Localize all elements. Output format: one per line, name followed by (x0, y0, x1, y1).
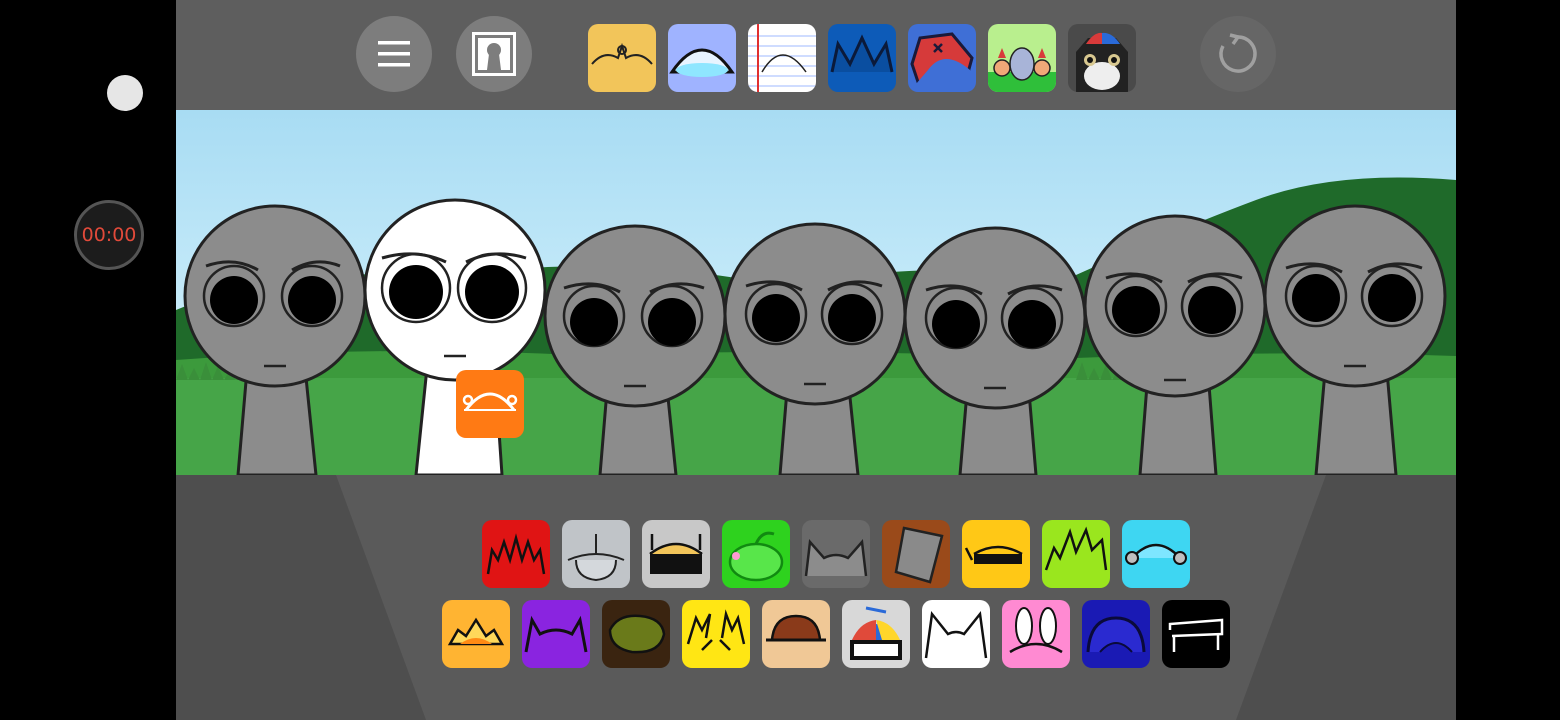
notebook-paper-icon (748, 24, 816, 92)
sound-bucket[interactable] (882, 520, 950, 588)
cat-propeller-cap-icon (1068, 24, 1136, 92)
floor-shading (176, 475, 1456, 720)
yellow-headphone-icon (962, 520, 1030, 588)
top-toolbar (176, 0, 1456, 110)
sound-gray-cat-ears[interactable] (802, 520, 870, 588)
sound-olive-hair[interactable] (602, 600, 670, 668)
game-area (176, 0, 1456, 720)
theme-tile-notebook[interactable] (748, 24, 816, 92)
theme-tile-blue-crown[interactable] (828, 24, 896, 92)
sound-green-fruit[interactable] (722, 520, 790, 588)
sound-white-cat-ears[interactable] (922, 600, 990, 668)
active-sound-badge[interactable] (456, 370, 524, 438)
sound-lime-spikes[interactable] (1042, 520, 1110, 588)
sound-yellow-sparks[interactable] (682, 600, 750, 668)
theme-tile-blue-red[interactable] (908, 24, 976, 92)
antenna-visor-icon (642, 520, 710, 588)
hamburger-menu-icon (378, 41, 410, 67)
reset-refresh-icon (1219, 33, 1257, 73)
timer-display: 00:00 (74, 200, 144, 270)
pink-bunny-ears-icon (1002, 600, 1070, 668)
bucket-icon (882, 520, 950, 588)
scene-button[interactable] (456, 16, 532, 92)
theme-tile-cat[interactable] (1068, 24, 1136, 92)
green-fruit-icon (722, 520, 790, 588)
menu-button[interactable] (356, 16, 432, 92)
sound-black-frame[interactable] (1162, 600, 1230, 668)
sound-orange-sun[interactable] (442, 600, 510, 668)
timer-text: 00:00 (81, 224, 137, 246)
sound-propeller-cap[interactable] (842, 600, 910, 668)
stage-floor (176, 475, 1456, 720)
left-side-panel (0, 0, 176, 720)
sound-cyan-headset[interactable] (1122, 520, 1190, 588)
sound-yellow-headphone[interactable] (962, 520, 1030, 588)
sound-brown-cap[interactable] (762, 600, 830, 668)
olive-hair-icon (602, 600, 670, 668)
navy-helmet-icon (1082, 600, 1150, 668)
sound-purple-horns[interactable] (522, 600, 590, 668)
black-frame-icon (1162, 600, 1230, 668)
theme-tile-periwinkle[interactable] (668, 24, 736, 92)
white-cat-ears-icon (922, 600, 990, 668)
record-button[interactable] (107, 75, 143, 111)
purple-horns-icon (522, 600, 590, 668)
cloud-dome-icon (668, 24, 736, 92)
sound-silver-hat[interactable] (562, 520, 630, 588)
sound-navy-helmet[interactable] (1082, 600, 1150, 668)
cyan-headset-icon (1122, 520, 1190, 588)
yellow-face-icon (588, 24, 656, 92)
orange-sun-icon (442, 600, 510, 668)
blue-crown-icon (828, 24, 896, 92)
right-side-panel (1456, 0, 1560, 720)
red-spikes-icon (482, 520, 550, 588)
garden-characters-icon (988, 24, 1056, 92)
stage-scene (176, 177, 1456, 475)
gray-cat-ears-icon (802, 520, 870, 588)
sound-pink-bunny[interactable] (1002, 600, 1070, 668)
propeller-cap-icon (842, 600, 910, 668)
brown-cap-icon (762, 600, 830, 668)
lime-spikes-icon (1042, 520, 1110, 588)
theme-tile-yellow[interactable] (588, 24, 656, 92)
sound-red-spikes[interactable] (482, 520, 550, 588)
silver-hat-icon (562, 520, 630, 588)
theme-tile-garden[interactable] (988, 24, 1056, 92)
keyhole-door-icon (472, 32, 516, 76)
sound-antenna-visor[interactable] (642, 520, 710, 588)
reset-button[interactable] (1200, 16, 1276, 92)
character-stage (176, 110, 1456, 475)
yellow-sparks-icon (682, 600, 750, 668)
red-flag-hat-icon (908, 24, 976, 92)
